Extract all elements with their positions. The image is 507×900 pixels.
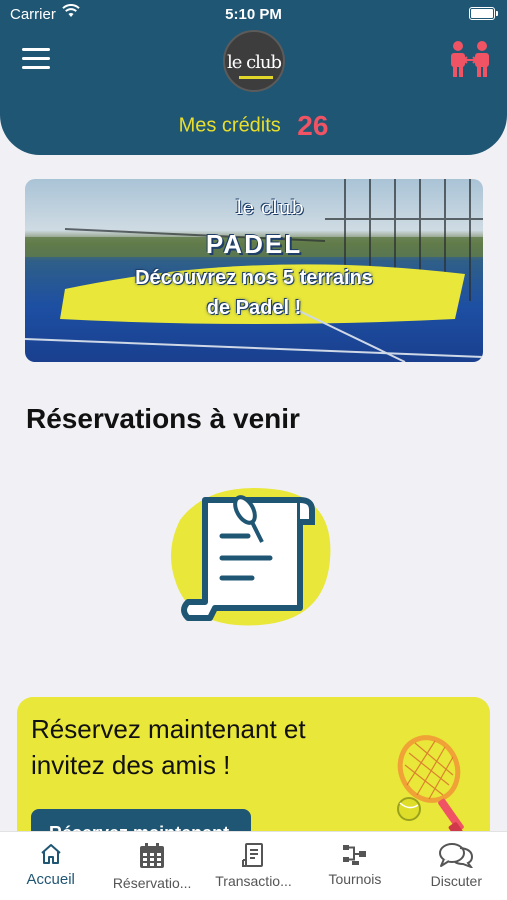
logo-text: le club bbox=[226, 52, 282, 73]
credits-label: Mes crédits bbox=[178, 114, 281, 137]
book-now-title: Réservez maintenant et invitez des amis … bbox=[31, 714, 306, 780]
bottom-navigation: Accueil Réservatio... Transactio... Tour… bbox=[0, 831, 507, 900]
nav-label: Discuter bbox=[430, 873, 482, 889]
status-bar: Carrier 5:10 PM bbox=[0, 0, 507, 30]
status-time: 5:10 PM bbox=[225, 6, 282, 23]
nav-label: Accueil bbox=[26, 871, 75, 888]
calendar-icon bbox=[140, 843, 165, 868]
credits-display: Mes crédits 26 bbox=[0, 110, 507, 142]
nav-label: Tournois bbox=[328, 871, 382, 887]
banner-line-2: de Padel ! bbox=[206, 297, 302, 319]
bracket-icon bbox=[342, 845, 366, 865]
chat-icon bbox=[439, 843, 474, 868]
credits-value: 26 bbox=[297, 110, 329, 141]
banner-title: PADEL bbox=[205, 229, 303, 259]
club-logo: le club bbox=[223, 30, 285, 92]
banner-line-1: Découvrez nos 5 terrains bbox=[135, 267, 373, 289]
nav-item-accueil[interactable]: Accueil bbox=[0, 832, 101, 900]
nav-item-tournois[interactable]: Tournois bbox=[304, 832, 405, 900]
banner-logo-text: le club bbox=[236, 195, 304, 219]
receipt-icon bbox=[241, 843, 263, 867]
home-icon bbox=[41, 844, 61, 864]
padel-promo-banner[interactable]: le club PADEL Découvrez nos 5 terrains d… bbox=[25, 179, 483, 362]
empty-reservations-illustration bbox=[171, 488, 331, 626]
nav-label: Réservatio... bbox=[112, 875, 192, 891]
app-header: Carrier 5:10 PM le club Mes crédits 26 bbox=[0, 0, 507, 155]
nav-item-discuter[interactable]: Discuter bbox=[406, 832, 507, 900]
tennis-racket-icon bbox=[397, 735, 464, 838]
nav-item-reservations[interactable]: Réservatio... bbox=[101, 832, 202, 900]
nav-label: Transactio... bbox=[215, 873, 292, 889]
hamburger-menu-icon[interactable] bbox=[22, 48, 50, 70]
nav-item-transactions[interactable]: Transactio... bbox=[203, 832, 304, 900]
upcoming-reservations-title: Réservations à venir bbox=[26, 403, 300, 434]
battery-icon bbox=[469, 7, 498, 20]
people-exchange-icon[interactable] bbox=[447, 40, 493, 78]
